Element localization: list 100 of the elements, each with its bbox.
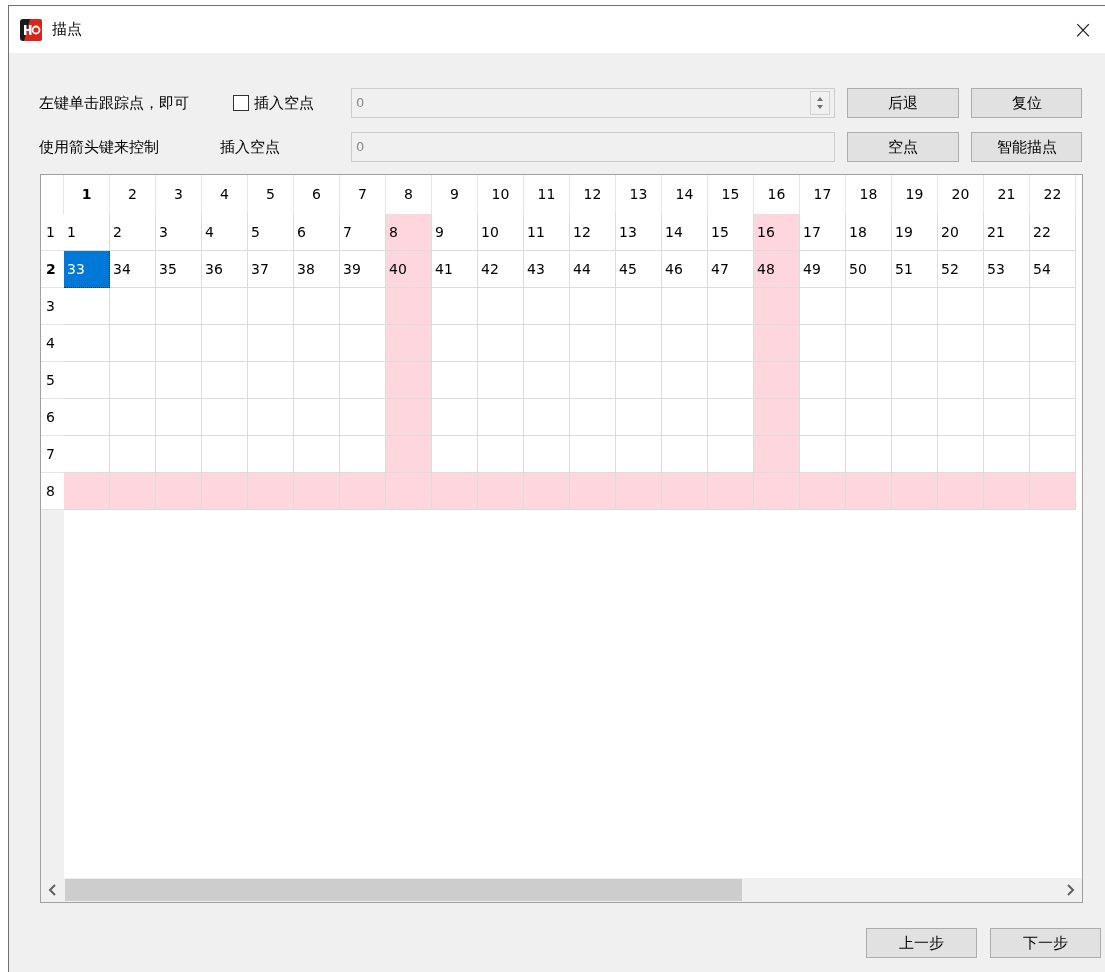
highlighted-cell[interactable] [754, 436, 800, 473]
table-cell[interactable] [156, 436, 202, 473]
highlighted-cell[interactable] [570, 473, 616, 510]
highlighted-cell[interactable] [340, 473, 386, 510]
table-cell[interactable] [110, 288, 156, 325]
table-cell[interactable]: 37 [248, 251, 294, 288]
table-cell[interactable] [938, 362, 984, 399]
table-cell[interactable] [524, 288, 570, 325]
table-cell[interactable] [892, 436, 938, 473]
table-cell[interactable] [64, 362, 110, 399]
highlighted-cell[interactable] [386, 473, 432, 510]
table-cell[interactable] [432, 362, 478, 399]
table-cell[interactable] [1030, 399, 1076, 436]
table-cell[interactable] [662, 362, 708, 399]
table-cell[interactable]: 19 [892, 214, 938, 251]
table-cell[interactable]: 3 [156, 214, 202, 251]
table-cell[interactable]: 46 [662, 251, 708, 288]
table-cell[interactable]: 22 [1030, 214, 1076, 251]
table-cell[interactable] [110, 436, 156, 473]
highlighted-cell[interactable] [892, 473, 938, 510]
table-cell[interactable] [846, 288, 892, 325]
action-button[interactable]: 下一步 [990, 928, 1101, 958]
table-cell[interactable] [616, 325, 662, 362]
table-cell[interactable] [984, 399, 1030, 436]
table-cell[interactable] [202, 436, 248, 473]
table-cell[interactable]: 10 [478, 214, 524, 251]
table-cell[interactable] [984, 362, 1030, 399]
data-grid[interactable]: 1 2 3 4 5 6 7 8 9 10 11 12 13 14 15 16 17 18 19 20 21 22 1 1 2 3 4 5 6 7 8 9 10 11 12 13 14 15 16 17 18 19 20 21 22 2 33 34 35 36 37 38 39 40 41 42 43 44 45 46 47 48 49 50 51 52 53 54 3 4 5 6 7 8 [40, 174, 1083, 903]
table-cell[interactable] [800, 362, 846, 399]
table-cell[interactable]: 51 [892, 251, 938, 288]
table-cell[interactable] [524, 436, 570, 473]
table-cell[interactable] [294, 325, 340, 362]
table-cell[interactable] [524, 362, 570, 399]
table-cell[interactable] [432, 325, 478, 362]
highlighted-cell[interactable] [984, 473, 1030, 510]
table-cell[interactable] [800, 325, 846, 362]
table-cell[interactable] [662, 288, 708, 325]
table-cell[interactable] [294, 362, 340, 399]
table-cell[interactable] [616, 399, 662, 436]
table-cell[interactable]: 18 [846, 214, 892, 251]
highlighted-cell[interactable] [202, 473, 248, 510]
table-cell[interactable]: 5 [248, 214, 294, 251]
insert-blank-checkbox[interactable]: 插入空点 [233, 91, 351, 115]
table-cell[interactable] [294, 288, 340, 325]
table-cell[interactable] [524, 399, 570, 436]
table-cell[interactable] [202, 325, 248, 362]
table-cell[interactable] [248, 436, 294, 473]
table-cell[interactable] [248, 362, 294, 399]
table-cell[interactable] [202, 399, 248, 436]
table-cell[interactable] [984, 325, 1030, 362]
table-cell[interactable] [478, 288, 524, 325]
table-cell[interactable] [478, 325, 524, 362]
table-cell[interactable]: 11 [524, 214, 570, 251]
table-cell[interactable]: 44 [570, 251, 616, 288]
table-cell[interactable]: 12 [570, 214, 616, 251]
table-cell[interactable] [340, 325, 386, 362]
table-cell[interactable]: 48 [754, 251, 800, 288]
table-cell[interactable]: 17 [800, 214, 846, 251]
table-cell[interactable] [846, 436, 892, 473]
table-cell[interactable] [294, 436, 340, 473]
table-cell[interactable] [340, 399, 386, 436]
table-cell[interactable] [662, 436, 708, 473]
table-cell[interactable] [938, 436, 984, 473]
highlighted-cell[interactable] [478, 473, 524, 510]
highlighted-cell[interactable] [110, 473, 156, 510]
table-cell[interactable] [478, 362, 524, 399]
table-cell[interactable]: 38 [294, 251, 340, 288]
table-cell[interactable] [64, 436, 110, 473]
table-cell[interactable] [248, 325, 294, 362]
table-cell[interactable] [524, 325, 570, 362]
highlighted-cell[interactable] [248, 473, 294, 510]
highlighted-cell[interactable] [386, 399, 432, 436]
table-cell[interactable] [662, 399, 708, 436]
table-cell[interactable] [340, 362, 386, 399]
table-cell[interactable] [202, 288, 248, 325]
table-cell[interactable]: 16 [754, 214, 800, 251]
action-button[interactable]: 智能描点 [971, 132, 1082, 162]
table-cell[interactable]: 41 [432, 251, 478, 288]
table-cell[interactable]: 35 [156, 251, 202, 288]
table-cell[interactable] [1030, 362, 1076, 399]
table-cell[interactable] [432, 436, 478, 473]
table-cell[interactable]: 8 [386, 214, 432, 251]
table-cell[interactable] [708, 436, 754, 473]
table-cell[interactable] [708, 362, 754, 399]
highlighted-cell[interactable] [938, 473, 984, 510]
table-cell[interactable] [662, 325, 708, 362]
table-cell[interactable] [846, 325, 892, 362]
table-cell[interactable] [478, 399, 524, 436]
table-cell[interactable] [340, 288, 386, 325]
table-cell[interactable] [892, 325, 938, 362]
table-cell[interactable] [892, 362, 938, 399]
table-cell[interactable] [708, 288, 754, 325]
table-cell[interactable] [800, 288, 846, 325]
table-cell[interactable] [110, 399, 156, 436]
table-cell[interactable] [708, 399, 754, 436]
table-cell[interactable] [570, 288, 616, 325]
highlighted-cell[interactable] [754, 399, 800, 436]
table-cell[interactable] [708, 325, 754, 362]
table-cell[interactable] [110, 325, 156, 362]
table-cell[interactable]: 49 [800, 251, 846, 288]
